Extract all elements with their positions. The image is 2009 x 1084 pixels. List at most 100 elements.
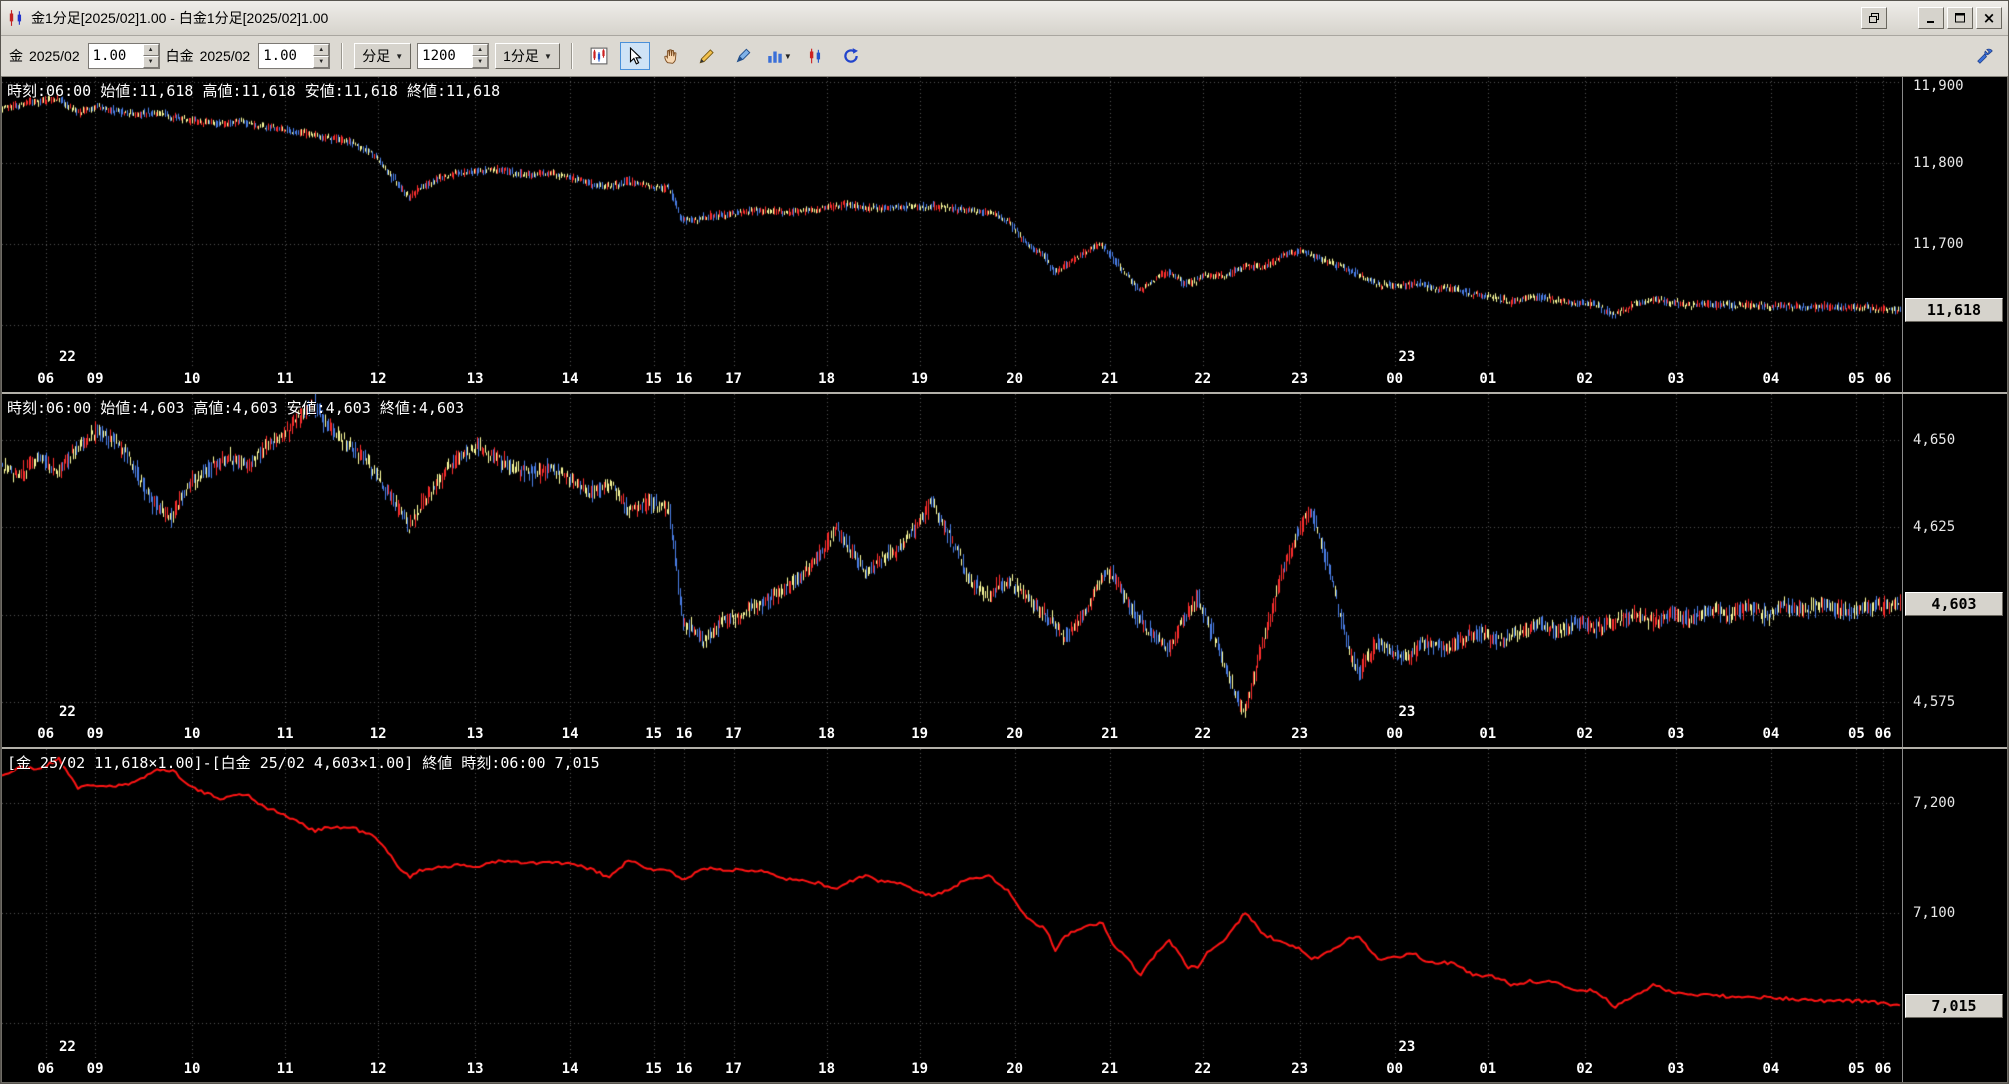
gold-multiplier-up-button[interactable]: ▲ [142,44,159,56]
float-window-icon [1869,13,1879,23]
time-axis-label: 21 [1101,1061,1119,1077]
bar-count-down-button[interactable]: ▼ [472,56,489,68]
platinum-multiplier-input[interactable] [259,44,314,68]
platinum-plot-area[interactable]: 時刻:06:00 始値:4,603 高値:4,603 安値:4,603 終値:4… [2,394,1903,723]
toolbar: 金 2025/02 ▲ ▼ 白金 2025/02 ▲ ▼ 分足 ▼ ▲ [1,36,2008,77]
chart-window: 金1分足[2025/02]1.00 - 白金1分足[2025/02]1.00 ×… [0,0,2009,1084]
time-axis-label: 05 [1847,726,1865,742]
time-axis-label: 12 [369,371,387,388]
chevron-down-icon: ▼ [783,51,792,61]
titlebar[interactable]: 金1分足[2025/02]1.00 - 白金1分足[2025/02]1.00 × [1,1,2008,36]
time-axis-label: 16 [675,726,693,742]
price-axis-label: 11,900 [1913,78,1964,94]
time-axis-label: 03 [1667,371,1685,388]
time-axis-label: 20 [1006,371,1024,388]
period-type-label: 分足 [362,48,391,64]
platinum-contract[interactable]: 2025/02 [200,48,251,64]
time-axis-label: 05 [1847,1061,1865,1077]
time-axis-label: 02 [1576,1061,1594,1077]
settings-button[interactable] [1970,42,2000,70]
time-axis-label: 09 [86,726,104,742]
time-axis-label: 11 [276,1061,294,1077]
select-tool-button[interactable] [619,42,650,70]
float-window-button[interactable] [1861,7,1887,29]
timeframe-dropdown[interactable]: 1分足 ▼ [495,43,560,69]
gold-multiplier-down-button[interactable]: ▼ [142,56,159,68]
time-axis-label: 00 [1386,371,1404,388]
last-price-badge: 11,618 [1905,298,2003,323]
time-axis: 06 09 10 11 12 13 14 15 16 17 18 19 20 21 22 23 00 01 02 03… [2,723,1903,747]
gold-plot-area[interactable]: 時刻:06:00 始値:11,618 高値:11,618 安値:11,618 終… [2,77,1903,369]
time-axis-label: 13 [466,1061,484,1077]
time-axis-label: 22 [1194,371,1212,388]
refresh-button[interactable] [836,42,866,70]
pen-tool-button[interactable] [728,42,758,70]
gold-time-axis-row: 06 09 10 11 12 13 14 15 16 17 18 19 20 21 22 23 00 01 02 03… [2,368,2007,393]
gold-contract[interactable]: 2025/02 [29,48,80,64]
close-button[interactable]: × [1976,7,2002,29]
spread-plot-area[interactable]: [金 25/02 11,618×1.00]-[白金 25/02 4,603×1.… [2,749,1903,1058]
time-axis-label: 10 [183,371,201,388]
time-axis-label: 00 [1386,726,1404,742]
last-price-badge: 4,603 [1905,592,2003,617]
time-axis-label: 06 [37,1061,55,1077]
platinum-price-axis: 4,650 4,625 4,575 4,603 [1903,394,2007,723]
price-axis-label: 4,575 [1913,694,1956,711]
time-axis-label: 23 [1291,371,1309,388]
time-axis-label: 01 [1479,726,1497,742]
time-axis-label: 06 [37,726,55,742]
time-axis-label: 01 [1479,1061,1497,1077]
time-axis-label: 12 [369,1061,387,1077]
platinum-multiplier-down-button[interactable]: ▼ [313,56,330,68]
time-axis-label: 03 [1667,1061,1685,1077]
minimize-button[interactable] [1918,7,1944,29]
time-axis-label: 02 [1576,371,1594,388]
time-axis-label: 13 [466,371,484,388]
time-axis-label: 17 [725,1061,742,1077]
period-type-dropdown[interactable]: 分足 ▼ [354,43,412,69]
time-axis-label: 06 [1874,726,1892,742]
time-axis-label: 19 [911,371,929,388]
maximize-button[interactable] [1947,7,1973,29]
price-axis-label: 11,800 [1913,154,1964,171]
time-axis-label: 04 [1762,726,1780,742]
refresh-icon [844,48,858,63]
gold-multiplier-spinbox[interactable]: ▲ ▼ [87,43,160,69]
time-axis-label: 20 [1006,726,1024,742]
time-axis-label: 06 [1874,1061,1892,1077]
time-axis-label: 01 [1479,371,1497,388]
platinum-multiplier-up-button[interactable]: ▲ [313,44,330,56]
platinum-time-axis-row: 06 09 10 11 12 13 14 15 16 17 18 19 20 21 22 23 00 01 02 03… [2,723,2007,747]
candle-style-button[interactable] [800,42,830,70]
time-axis-label: 18 [818,726,836,742]
indicator-tool-button[interactable]: ▼ [764,42,794,70]
app-candlestick-icon [7,9,25,27]
gold-multiplier-input[interactable] [88,44,143,68]
time-axis-label: 21 [1101,371,1119,388]
toolbar-separator [341,43,344,69]
bar-count-input[interactable] [418,44,473,68]
platinum-chart-panel: 時刻:06:00 始値:4,603 高値:4,603 安値:4,603 終値:4… [2,394,2007,723]
gold-price-axis: 11,900 11,800 11,700 11,618 [1903,77,2007,369]
k-chart-icon [590,47,608,65]
timeframe-label: 1分足 [503,48,539,64]
time-axis-label: 16 [675,1061,693,1077]
k-chart-tool-button[interactable] [584,42,614,70]
time-axis-label: 11 [276,726,294,742]
pan-tool-button[interactable] [656,42,686,70]
axis-corner [1903,723,2007,747]
gold-candlestick-canvas [2,77,1902,369]
platinum-multiplier-spinbox[interactable]: ▲ ▼ [258,43,331,69]
time-axis-label: 09 [86,371,104,388]
chevron-down-icon: ▼ [395,51,404,61]
bar-count-spinbox[interactable]: ▲ ▼ [417,43,490,69]
bar-count-up-button[interactable]: ▲ [472,44,489,56]
time-axis-label: 04 [1762,1061,1780,1077]
pencil-tool-button[interactable] [692,42,722,70]
wrench-icon [1977,48,1993,64]
time-axis-label: 22 [1194,726,1212,742]
time-axis-label: 02 [1576,726,1594,742]
time-axis-label: 18 [818,1061,836,1077]
time-axis-label: 18 [818,371,836,388]
close-icon: × [1982,8,1996,27]
